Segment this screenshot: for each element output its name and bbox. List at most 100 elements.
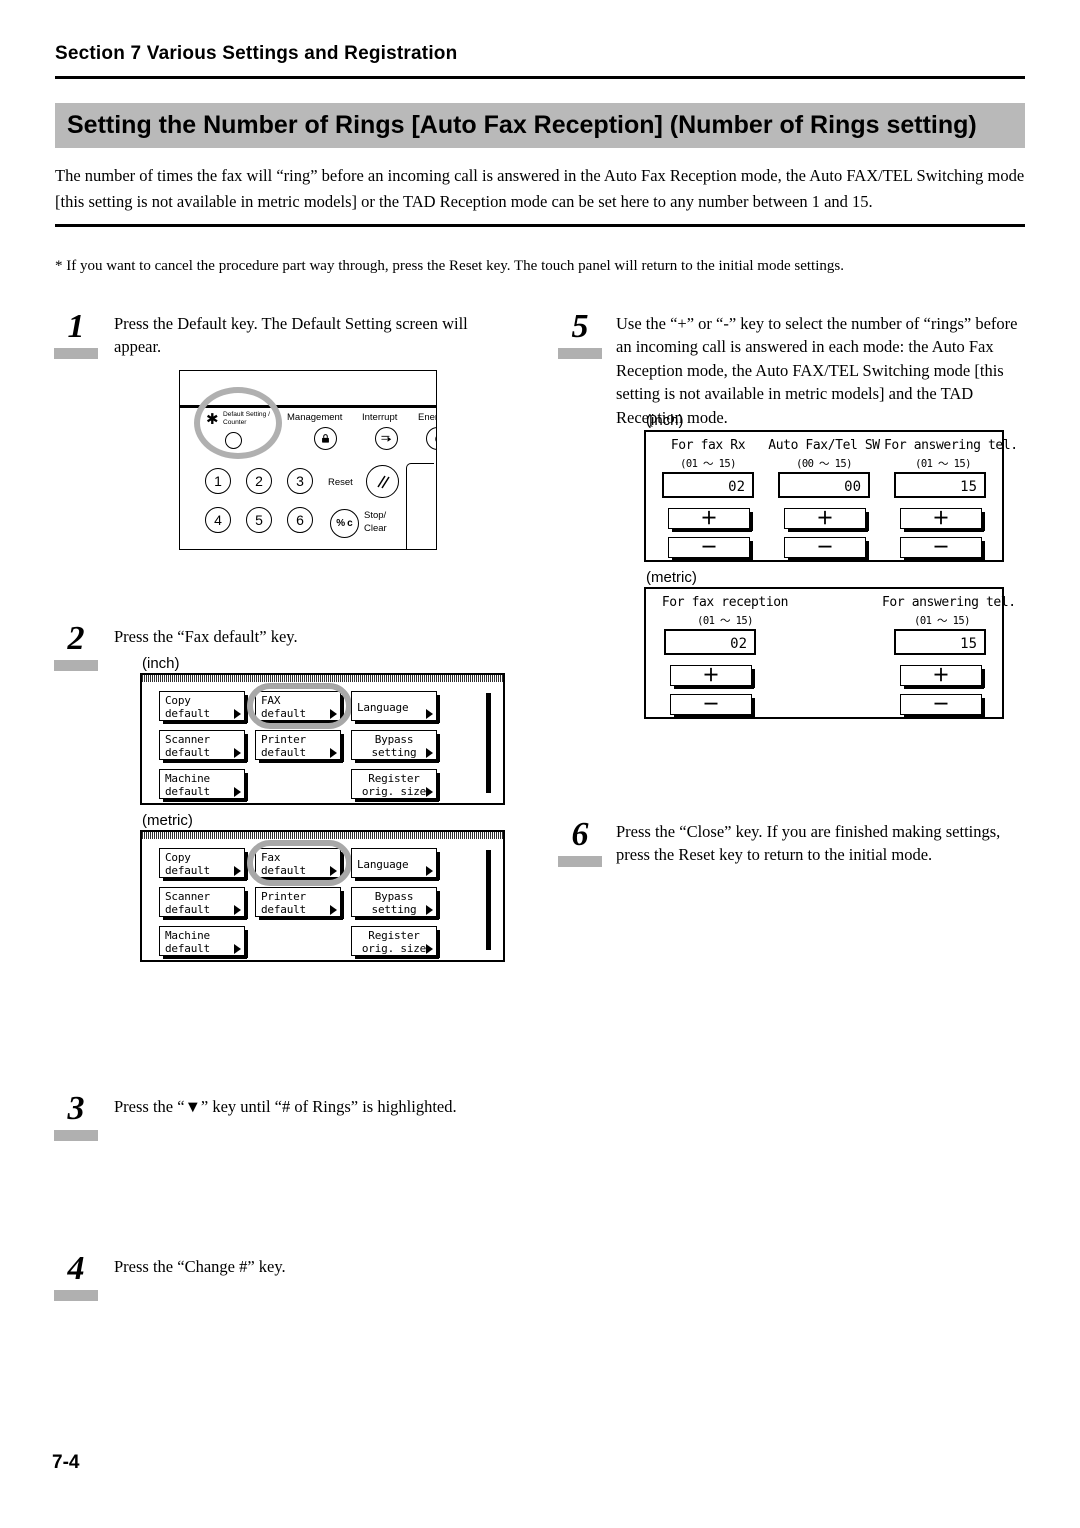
plus-key-for-fax-rx[interactable]: ＋: [668, 508, 753, 532]
key-label-line1: Printer: [261, 890, 306, 903]
screen-scrollbar-metric[interactable]: [486, 850, 491, 950]
key-scanner-default-metric[interactable]: Scanner default: [159, 887, 248, 920]
chevron-right-icon: [426, 787, 433, 797]
screen-scrollbar-inch[interactable]: [486, 693, 491, 793]
step-1-number: 1: [67, 308, 85, 345]
chevron-right-icon: [426, 905, 433, 915]
chevron-right-icon: [330, 866, 337, 876]
intro-divider-rule: [55, 224, 1025, 227]
lock-icon: [322, 434, 329, 443]
col-range-for-answering-tel-metric: (01 ～ 15): [914, 615, 970, 627]
section-header: Section 7 Various Settings and Registrat…: [55, 43, 458, 64]
plus-key-auto-fax-tel-sw[interactable]: ＋: [784, 508, 869, 532]
step-6-text: Press the “Close” key. If you are finish…: [616, 822, 1001, 865]
numeric-key-2[interactable]: 2: [246, 468, 272, 494]
interrupt-key[interactable]: [375, 427, 398, 450]
value-for-fax-reception: 02: [664, 629, 756, 655]
chevron-right-icon: [426, 866, 433, 876]
metric-label-step2: (metric): [142, 812, 193, 829]
key-copy-default-metric[interactable]: Copy default: [159, 848, 248, 881]
moon-icon: [434, 435, 436, 442]
plus-key-for-answering-tel[interactable]: ＋: [900, 508, 985, 532]
col-title-for-answering-tel-metric: For answering tel.: [882, 595, 1016, 610]
step-4-text: Press the “Change #” key.: [114, 1257, 286, 1276]
step-1-text: Press the Default key. The Default Setti…: [114, 314, 468, 357]
asterisk-icon: ✱: [206, 410, 219, 428]
key-fax-default-metric[interactable]: Fax default: [255, 848, 344, 881]
step-2-text: Press the “Fax default” key.: [114, 627, 298, 646]
key-label-line1: Bypass: [374, 890, 414, 903]
chevron-right-icon: [426, 944, 433, 954]
default-setting-screen-inch: Copy default FAX default Language Scanne…: [140, 673, 505, 805]
step-6-marker-bar: [558, 856, 602, 867]
step-5-marker-bar: [558, 348, 602, 359]
key-label-line1: Machine: [165, 929, 210, 942]
inch-label-step5: (inch): [646, 412, 684, 429]
col-title-auto-fax-tel-sw: Auto Fax/Tel SW: [768, 438, 880, 453]
management-key[interactable]: [314, 427, 337, 450]
energy-saver-key[interactable]: [426, 427, 436, 450]
key-machine-default-metric[interactable]: Machine default: [159, 926, 248, 959]
key-label-line2: default: [261, 864, 306, 878]
chevron-right-icon: [234, 787, 241, 797]
key-fax-default-inch[interactable]: FAX default: [255, 691, 344, 724]
screen-titlebar-texture: [142, 675, 503, 682]
key-label-line1: Language: [357, 701, 409, 714]
key-label-line2: default: [165, 785, 210, 799]
minus-key-auto-fax-tel-sw[interactable]: －: [784, 537, 869, 561]
default-setting-key[interactable]: [225, 432, 242, 449]
key-language-inch[interactable]: Language: [351, 691, 440, 724]
minus-key-for-fax-reception[interactable]: －: [670, 694, 755, 718]
numeric-key-5[interactable]: 5: [246, 507, 272, 533]
col-range-for-fax-rx: (01 ～ 15): [680, 458, 736, 470]
minus-key-for-fax-rx[interactable]: －: [668, 537, 753, 561]
key-machine-default-inch[interactable]: Machine default: [159, 769, 248, 802]
key-printer-default-metric[interactable]: Printer default: [255, 887, 344, 920]
minus-key-for-answering-tel[interactable]: －: [900, 537, 985, 561]
col-title-for-fax-rx: For fax Rx: [670, 438, 746, 453]
chevron-right-icon: [234, 748, 241, 758]
value-for-answering-tel-metric: 15: [894, 629, 986, 655]
step-2-number: 2: [67, 620, 85, 657]
key-label-line2: orig. size: [361, 785, 427, 799]
minus-key-for-answering-tel-metric[interactable]: －: [900, 694, 985, 718]
numeric-key-6[interactable]: 6: [287, 507, 313, 533]
key-register-orig-size-metric[interactable]: Register orig. size: [351, 926, 440, 959]
interrupt-label: Interrupt: [362, 412, 398, 423]
key-label-line2: default: [165, 707, 210, 721]
key-bypass-setting-metric[interactable]: Bypass setting: [351, 887, 440, 920]
stop-clear-key[interactable]: % c: [330, 509, 359, 538]
key-language-metric[interactable]: Language: [351, 848, 440, 881]
management-label: Management: [287, 412, 343, 423]
numeric-key-4[interactable]: 4: [205, 507, 231, 533]
key-printer-default-inch[interactable]: Printer default: [255, 730, 344, 763]
plus-key-for-fax-reception[interactable]: ＋: [670, 665, 755, 689]
key-label-line1: Scanner: [165, 890, 210, 903]
key-bypass-setting-inch[interactable]: Bypass setting: [351, 730, 440, 763]
key-copy-default-inch[interactable]: Copy default: [159, 691, 248, 724]
percent-c-glyph: % c: [336, 518, 353, 529]
key-scanner-default-inch[interactable]: Scanner default: [159, 730, 248, 763]
key-label-line2: default: [165, 746, 210, 760]
step-3-text: Press the “▼” key until “# of Rings” is …: [114, 1097, 457, 1116]
page-number: 7-4: [52, 1452, 80, 1473]
key-label-line1: FAX: [261, 694, 281, 707]
key-label-line2: default: [261, 707, 306, 721]
key-register-orig-size-inch[interactable]: Register orig. size: [351, 769, 440, 802]
metric-label-step5: (metric): [646, 569, 697, 586]
step-6-number: 6: [571, 816, 589, 853]
key-label-line1: Scanner: [165, 733, 210, 746]
numeric-key-1[interactable]: 1: [205, 468, 231, 494]
key-label-line1: Printer: [261, 733, 306, 746]
chevron-right-icon: [234, 944, 241, 954]
stop-label-line1: Stop/: [364, 510, 387, 521]
cancel-note: * If you want to cancel the procedure pa…: [55, 258, 844, 274]
chevron-right-icon: [234, 866, 241, 876]
numeric-key-3[interactable]: 3: [287, 468, 313, 494]
plus-key-for-answering-tel-metric[interactable]: ＋: [900, 665, 985, 689]
value-for-answering-tel: 15: [894, 472, 986, 498]
col-range-auto-fax-tel-sw: (00 ～ 15): [796, 458, 852, 470]
reset-key[interactable]: [366, 465, 399, 498]
control-panel-illustration: ✱ Default Setting / Counter Management I…: [179, 370, 437, 550]
default-setting-label-line1: Default Setting /: [223, 411, 270, 418]
